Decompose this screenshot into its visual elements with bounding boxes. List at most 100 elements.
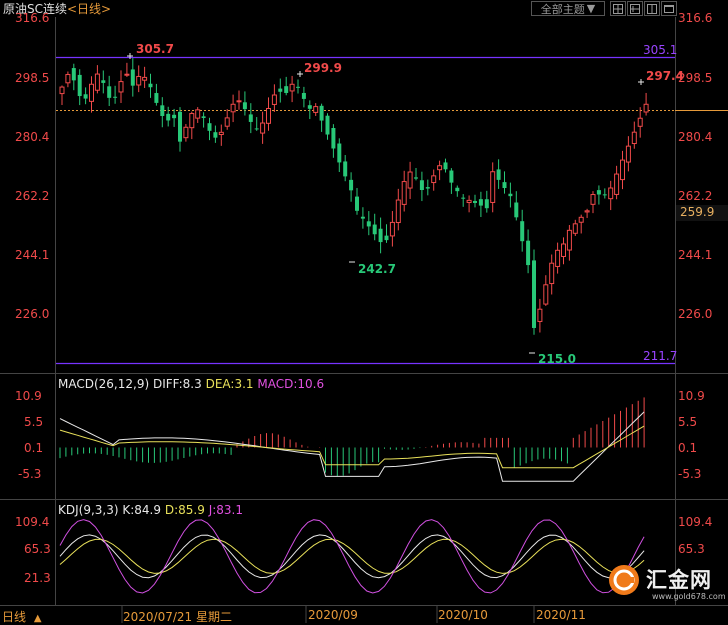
price-tick-right: 280.4 bbox=[678, 130, 713, 144]
candle-body bbox=[89, 83, 94, 102]
candle-body bbox=[401, 181, 407, 205]
candle-body bbox=[325, 115, 330, 135]
price-tick-left: 262.2 bbox=[15, 189, 50, 203]
candle-body bbox=[395, 199, 401, 224]
candle-body bbox=[425, 187, 430, 189]
macd-legend: MACD(26,12,9) DIFF:8.3 DEA:3.1 MACD:10.6 bbox=[58, 377, 324, 391]
macd-tick-right: 10.9 bbox=[678, 389, 705, 403]
brand-url: www.gold678.com bbox=[652, 592, 726, 601]
candle-body bbox=[514, 202, 519, 218]
candle-body bbox=[248, 114, 253, 122]
month-label: 2020/09 bbox=[308, 608, 358, 622]
candle-body bbox=[590, 194, 596, 205]
candle-body bbox=[201, 116, 206, 118]
candle-body bbox=[584, 210, 590, 213]
candle-body bbox=[101, 80, 106, 83]
extreme-markers bbox=[127, 53, 644, 354]
candle-body bbox=[496, 169, 501, 180]
candle-body bbox=[372, 224, 377, 235]
candle-body bbox=[77, 74, 82, 97]
candle-body bbox=[148, 83, 153, 88]
candle-body bbox=[384, 235, 389, 241]
price-tick-left: 244.1 bbox=[15, 248, 50, 262]
kdj-k-value: K:84.9 bbox=[122, 503, 162, 517]
candle-body bbox=[366, 221, 371, 227]
candle-body bbox=[230, 103, 236, 113]
price-tick-left: 298.5 bbox=[15, 71, 50, 85]
candle-body bbox=[83, 94, 88, 99]
price-tick-left: 316.6 bbox=[15, 11, 50, 25]
month-label: 2020/10 bbox=[438, 608, 488, 622]
candle-body bbox=[620, 159, 625, 181]
candle-body bbox=[461, 197, 466, 199]
macd-tick-right: 0.1 bbox=[678, 441, 698, 455]
high-label: 305.7 bbox=[136, 42, 174, 56]
candle-body bbox=[301, 92, 306, 99]
candle-body bbox=[596, 190, 601, 195]
candle-body bbox=[414, 177, 418, 179]
candle-body bbox=[614, 173, 620, 195]
low-label: 215.0 bbox=[538, 352, 576, 366]
candle-body bbox=[296, 86, 300, 88]
candle-body bbox=[478, 199, 483, 206]
candle-body bbox=[355, 196, 359, 211]
recent-high-label: 297.4 bbox=[646, 69, 684, 83]
candle-body bbox=[207, 123, 212, 131]
kdj-d-value: D:85.9 bbox=[164, 503, 205, 517]
caret-up-icon: ▲ bbox=[33, 613, 42, 624]
candle-body bbox=[213, 132, 218, 138]
period-tab-label: 日线 bbox=[2, 610, 27, 624]
candle-body bbox=[266, 108, 271, 124]
candle-body bbox=[331, 128, 336, 149]
price-tick-left: 226.0 bbox=[15, 307, 50, 321]
candle-body bbox=[59, 86, 65, 95]
candle-body bbox=[419, 180, 424, 191]
candle-body bbox=[189, 113, 195, 129]
candle-body bbox=[178, 111, 182, 142]
candle-body bbox=[572, 223, 578, 234]
kdj-tick-right: 65.3 bbox=[678, 542, 705, 556]
candle-body bbox=[449, 170, 454, 183]
candle-body bbox=[407, 171, 413, 189]
candle-body bbox=[71, 68, 76, 81]
kdj-tick-left: 65.3 bbox=[24, 542, 51, 556]
macd-tick-left: -5.3 bbox=[18, 467, 42, 481]
candle-body bbox=[284, 86, 289, 93]
macd-tick-left: 5.5 bbox=[24, 415, 44, 429]
candle-body bbox=[443, 162, 448, 170]
candle-body bbox=[195, 109, 201, 119]
candle-body bbox=[183, 126, 189, 139]
candle-body bbox=[532, 260, 536, 328]
candle-body bbox=[343, 161, 348, 177]
candle-body bbox=[643, 103, 649, 113]
price-tick-right: 244.1 bbox=[678, 248, 713, 262]
candle-body bbox=[130, 69, 135, 86]
macd-tick-right: -5.3 bbox=[678, 467, 702, 481]
candle-body bbox=[254, 128, 259, 130]
candle-body bbox=[631, 131, 637, 145]
kdj-d-line bbox=[59, 538, 645, 574]
high-label: 299.9 bbox=[304, 61, 342, 75]
candle-body bbox=[124, 73, 130, 76]
kline-chart[interactable] bbox=[0, 0, 728, 623]
kdj-tick-left: 109.4 bbox=[15, 515, 50, 529]
macd-diff-value: DIFF:8.3 bbox=[152, 377, 202, 391]
candle-body bbox=[337, 143, 342, 163]
candle-body bbox=[526, 240, 531, 266]
candle-body bbox=[473, 200, 477, 203]
candle-body bbox=[271, 94, 277, 105]
period-tab[interactable]: 日线 ▲ bbox=[2, 608, 42, 625]
brand-name: 汇金网 bbox=[646, 568, 712, 592]
candle-body bbox=[455, 187, 460, 192]
candle-body bbox=[608, 187, 614, 200]
candle-body bbox=[142, 76, 148, 81]
candle-body bbox=[389, 221, 395, 237]
candle-body bbox=[543, 284, 549, 305]
candle-body bbox=[466, 199, 472, 203]
kdj-j-line bbox=[59, 519, 645, 594]
macd-dea-line bbox=[59, 425, 645, 469]
upper-band-label: 305.1 bbox=[643, 43, 678, 57]
candle-body bbox=[625, 145, 631, 163]
candle-body bbox=[236, 100, 242, 103]
candle-body bbox=[289, 83, 295, 92]
